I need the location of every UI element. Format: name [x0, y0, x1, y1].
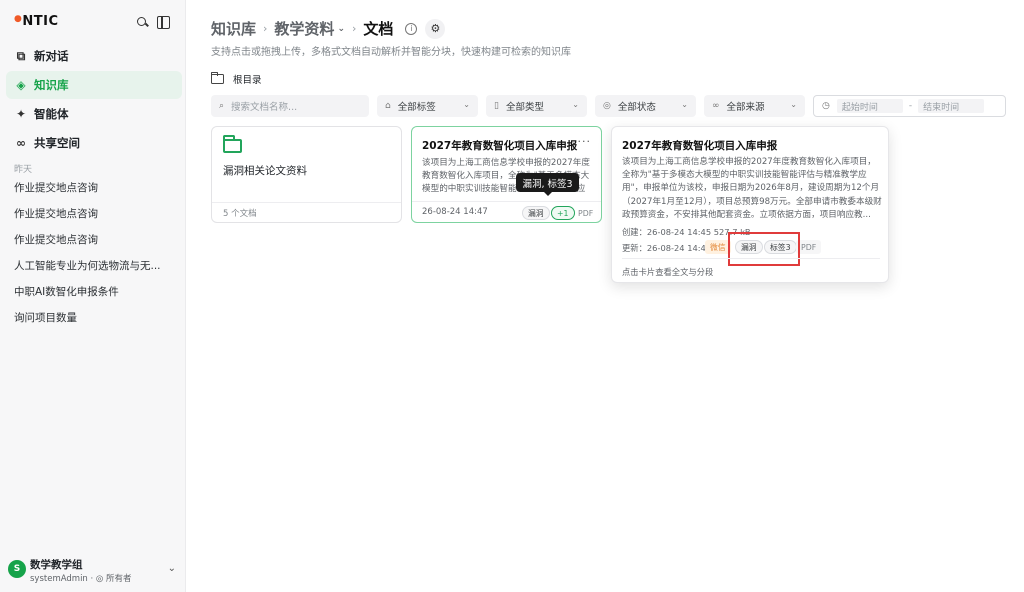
sidebar-item-label: 知识库 [34, 78, 69, 92]
sidebar-item-label: 共享空间 [34, 136, 80, 150]
status-filter-select[interactable]: ◎ 全部状态 ⌄ [595, 95, 696, 117]
logo[interactable]: ●NTIC [14, 14, 58, 29]
user-role: systemAdmin · ◎ 所有者 [30, 574, 132, 584]
sidebar-item-knowledge-base[interactable]: ◈ 知识库 [6, 71, 182, 99]
type-filter-select[interactable]: ▯ 全部类型 ⌄ [486, 95, 587, 117]
preview-updated: 更新：26-08-24 14:47 [622, 243, 712, 253]
history-item[interactable]: 作业提交地点咨询 [6, 174, 182, 200]
root-directory[interactable]: 根目录 [211, 72, 262, 86]
breadcrumb-teaching-materials[interactable]: 教学资料 [274, 18, 334, 39]
sidebar-top-icons [136, 16, 170, 29]
filetype-badge: PDF [578, 208, 594, 218]
start-date-input[interactable]: 起始时间 [836, 99, 903, 113]
history-item[interactable]: 作业提交地点咨询 [6, 226, 182, 252]
breadcrumb: 知识库 › 教学资料 ⌄ › 文档 i ⚙ [211, 18, 446, 39]
type-filter-label: 全部类型 [505, 102, 544, 113]
date-range-picker[interactable]: ◷ 起始时间 - 结束时间 [813, 95, 1006, 117]
folder-card[interactable]: 漏洞相关论文资料 5 个文档 [211, 126, 402, 223]
sidebar-toggle-icon[interactable] [157, 16, 170, 29]
sidebar-item-label: 智能体 [34, 107, 69, 121]
divider [412, 201, 601, 202]
avatar: S [8, 560, 26, 578]
tag-filter-label: 全部标签 [397, 102, 436, 113]
root-directory-label: 根目录 [233, 75, 262, 86]
tag-badge[interactable]: 漏洞 [522, 206, 550, 220]
tag-icon: ⌂ [385, 101, 391, 111]
chevron-down-icon: ⌄ [463, 100, 470, 109]
file-icon: ▯ [494, 101, 499, 111]
sidebar: ●NTIC ⧉ 新对话 ◈ 知识库 ✦ 智能体 ∞ 共享空间 昨天 作业提交地点… [0, 0, 186, 592]
preview-summary: 该项目为上海工商信息学校申报的2027年度教育数智化入库项目，全称为"基于多模态… [622, 157, 882, 220]
logo-text: NTIC [22, 14, 59, 29]
chat-history-list: 作业提交地点咨询 作业提交地点咨询 作业提交地点咨询 人工智能专业为何选物流与无… [6, 174, 182, 330]
sidebar-nav: ⧉ 新对话 ◈ 知识库 ✦ 智能体 ∞ 共享空间 [6, 42, 182, 158]
breadcrumb-separator: › [263, 22, 268, 35]
breadcrumb-separator: › [351, 22, 357, 35]
chevron-down-icon: ⌄ [790, 100, 797, 109]
more-tags-badge[interactable]: +1 [551, 206, 575, 220]
history-item[interactable]: 作业提交地点咨询 [6, 200, 182, 226]
sidebar-item-shared-space[interactable]: ∞ 共享空间 [6, 129, 182, 157]
gear-icon[interactable]: ⚙ [425, 18, 446, 39]
check-circle-icon: ◎ [603, 101, 611, 111]
folder-doc-count: 5 个文档 [223, 209, 257, 219]
document-date: 26-08-24 14:47 [422, 207, 488, 217]
folder-icon [211, 72, 224, 84]
main-content: 知识库 › 教学资料 ⌄ › 文档 i ⚙ 支持点击或拖拽上传，多格式文档自动解… [186, 0, 1024, 592]
infinity-icon: ∞ [16, 136, 26, 150]
sidebar-item-new-chat[interactable]: ⧉ 新对话 [6, 42, 182, 70]
divider [212, 202, 401, 203]
tag-filter-select[interactable]: ⌂ 全部标签 ⌄ [377, 95, 478, 117]
source-badge: 微信 [705, 240, 731, 254]
info-icon[interactable]: i [405, 22, 418, 35]
divider [622, 258, 880, 259]
page-title: 文档 [363, 20, 394, 38]
document-preview-popover[interactable]: 2027年教育数智化项目入库申报 该项目为上海工商信息学校申报的2027年度教育… [611, 126, 889, 283]
source-filter-label: 全部来源 [726, 102, 765, 113]
sidebar-item-agents[interactable]: ✦ 智能体 [6, 100, 182, 128]
end-date-input[interactable]: 结束时间 [918, 99, 985, 113]
preview-hint: 点击卡片查看全文与分段 [622, 267, 714, 277]
breadcrumb-knowledge-base[interactable]: 知识库 [211, 18, 256, 39]
date-separator: - [908, 101, 913, 111]
search-placeholder: 搜索文档名称... [231, 102, 298, 113]
user-profile[interactable]: S 数学教学组 systemAdmin · ◎ 所有者 ⌄ [8, 556, 180, 584]
chevron-down-icon: ⌄ [572, 100, 579, 109]
page-subtitle: 支持点击或拖拽上传，多格式文档自动解析并智能分块，快速构建可检索的知识库 [211, 47, 571, 58]
history-item[interactable]: 人工智能专业为何选物流与无... [6, 252, 182, 278]
search-icon[interactable] [136, 16, 149, 29]
document-title: 2027年教育数智化项目入库申报 [422, 140, 578, 152]
status-filter-label: 全部状态 [617, 102, 656, 113]
link-icon: ∞ [712, 101, 720, 111]
more-options-icon[interactable]: ··· [578, 135, 592, 148]
folder-title: 漏洞相关论文资料 [223, 165, 307, 177]
tags-tooltip: 漏洞, 标签3 [516, 173, 579, 196]
source-filter-select[interactable]: ∞ 全部来源 ⌄ [704, 95, 805, 117]
user-name: 数学教学组 [30, 559, 83, 571]
search-icon: ⌕ [219, 101, 225, 111]
preview-title: 2027年教育数智化项目入库申报 [622, 140, 778, 152]
chevron-down-icon[interactable]: ⌄ [168, 563, 176, 574]
history-item[interactable]: 中职AI数智化申报条件 [6, 278, 182, 304]
knowledge-base-icon: ◈ [16, 78, 26, 92]
logo-row: ●NTIC [14, 14, 176, 34]
history-item[interactable]: 询问项目数量 [6, 304, 182, 330]
highlight-box [728, 232, 800, 266]
clock-icon: ◷ [822, 101, 830, 111]
new-chat-icon: ⧉ [16, 48, 26, 63]
agent-sparkle-icon: ✦ [15, 107, 27, 121]
chevron-down-icon[interactable]: ⌄ [337, 24, 345, 34]
sidebar-item-label: 新对话 [34, 49, 69, 63]
folder-icon [223, 135, 242, 153]
search-input[interactable]: ⌕ 搜索文档名称... [211, 95, 369, 117]
filter-bar: ⌕ 搜索文档名称... ⌂ 全部标签 ⌄ ▯ 全部类型 ⌄ ◎ 全部状态 ⌄ ∞… [211, 95, 1006, 117]
chevron-down-icon: ⌄ [681, 100, 688, 109]
